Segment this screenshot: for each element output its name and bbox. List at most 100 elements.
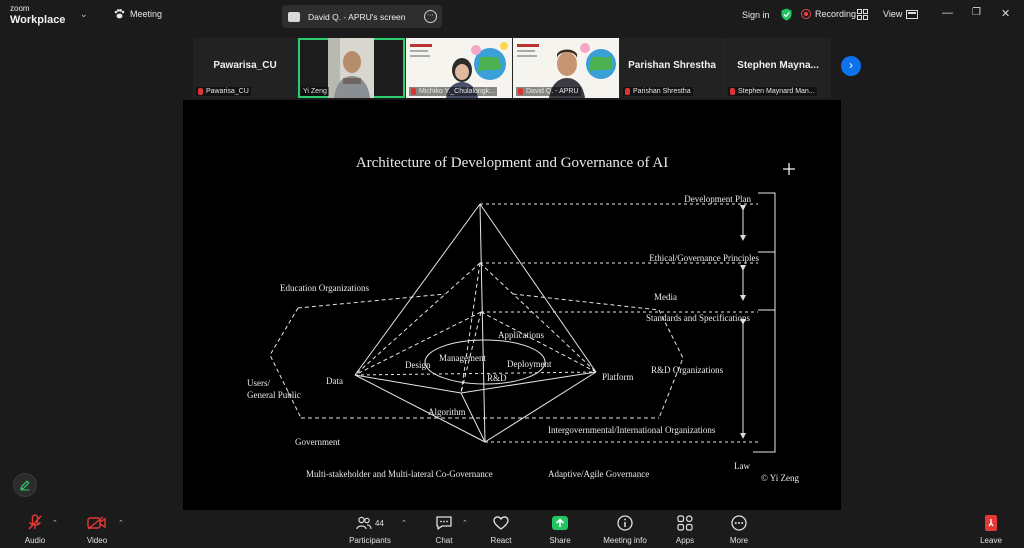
participant-tile[interactable]: Pawarisa_CU Pawarisa_CU bbox=[193, 38, 297, 98]
participant-display-name: Pawarisa_CU bbox=[213, 60, 277, 71]
label-intergovernmental: Intergovernmental/International Organiza… bbox=[548, 425, 716, 435]
slide-credit: © Yi Zeng bbox=[761, 473, 799, 483]
participant-tile[interactable]: Stephen Mayna... Stephen Maynard Man... bbox=[725, 38, 831, 98]
participant-name-tag: Pawarisa_CU bbox=[196, 87, 251, 96]
label-algorithm: Algorithm bbox=[428, 407, 466, 417]
restore-icon[interactable]: ❐ bbox=[972, 7, 981, 18]
label-media: Media bbox=[654, 292, 677, 302]
leave-label: Leave bbox=[980, 536, 1002, 545]
next-page-button[interactable]: › bbox=[841, 56, 861, 76]
paw-icon bbox=[114, 9, 125, 19]
screen-share-icon bbox=[288, 11, 300, 22]
label-design: Design bbox=[405, 360, 431, 370]
react-button[interactable]: React bbox=[477, 514, 525, 545]
label-general-public: General Public bbox=[247, 390, 301, 400]
participants-button[interactable]: 44 Participants bbox=[346, 514, 394, 545]
participant-name-tag: Michiko Y._Chulalongk... bbox=[409, 87, 498, 96]
label-applications: Applications bbox=[498, 330, 544, 340]
participant-display-name: Stephen Mayna... bbox=[737, 60, 819, 71]
participant-name-tag: Yi Zeng bbox=[301, 87, 329, 96]
label-platform: Platform bbox=[602, 372, 634, 382]
share-button[interactable]: Share bbox=[536, 514, 584, 545]
sign-in-button[interactable]: Sign in bbox=[742, 10, 770, 20]
label-government: Government bbox=[295, 437, 340, 447]
architecture-diagram: Architecture of Development and Governan… bbox=[247, 155, 799, 483]
muted-mic-icon bbox=[411, 88, 416, 95]
participants-label: Participants bbox=[349, 536, 391, 545]
participant-tile[interactable]: Parishan Shrestha Parishan Shrestha bbox=[620, 38, 724, 98]
more-button[interactable]: More bbox=[715, 514, 763, 545]
heart-icon bbox=[493, 516, 509, 530]
slide-title: Architecture of Development and Governan… bbox=[356, 155, 668, 171]
audio-label: Audio bbox=[24, 536, 46, 545]
share-label: Share bbox=[549, 536, 571, 545]
gallery-grid-icon[interactable] bbox=[857, 9, 868, 20]
minimize-icon[interactable]: — bbox=[942, 7, 953, 19]
meeting-button[interactable]: Meeting bbox=[114, 9, 162, 19]
participant-tile-active-speaker[interactable]: Yi Zeng bbox=[298, 38, 405, 98]
recording-dot-icon bbox=[801, 9, 811, 19]
participant-display-name: Parishan Shrestha bbox=[628, 60, 716, 71]
label-law: Law bbox=[734, 461, 750, 471]
more-label: More bbox=[729, 536, 749, 545]
recording-label: Recording bbox=[815, 9, 857, 19]
participant-strip: Pawarisa_CU Pawarisa_CU Yi Zeng Michiko … bbox=[193, 38, 831, 98]
muted-mic-icon bbox=[198, 88, 203, 95]
shield-check-icon[interactable] bbox=[781, 8, 792, 21]
view-button[interactable]: View bbox=[883, 9, 919, 19]
brand-bottom: Workplace bbox=[10, 14, 66, 26]
participant-name-tag: Parishan Shrestha bbox=[623, 87, 693, 96]
view-layout-icon bbox=[906, 9, 919, 19]
share-screen-icon bbox=[552, 516, 568, 530]
video-label: Video bbox=[86, 536, 108, 545]
video-options-chevron-icon[interactable]: ⌃ bbox=[118, 519, 124, 527]
participant-tile[interactable]: Michiko Y._Chulalongk... bbox=[406, 38, 512, 98]
participant-tile[interactable]: David Q. - APRU bbox=[513, 38, 619, 98]
view-label: View bbox=[883, 9, 903, 19]
label-rd: R&D bbox=[487, 373, 507, 383]
label-development-plan: Development Plan bbox=[684, 194, 751, 204]
audio-options-chevron-icon[interactable]: ⌃ bbox=[52, 519, 58, 527]
react-label: React bbox=[490, 536, 512, 545]
screen-share-tab-label: David Q. - APRU's screen bbox=[308, 11, 406, 22]
bottom-toolbar: Audio ⌃ Video ⌃ 44 Participants ⌃ Chat ⌃… bbox=[0, 510, 1024, 548]
close-icon[interactable]: ✕ bbox=[1001, 7, 1010, 20]
brand-top: zoom bbox=[10, 4, 30, 13]
muted-mic-icon bbox=[625, 88, 630, 95]
pencil-icon bbox=[20, 480, 30, 491]
more-options-icon[interactable]: ⋯ bbox=[424, 10, 437, 23]
muted-mic-icon bbox=[730, 88, 735, 95]
app-menu-chevron-icon[interactable]: ⌄ bbox=[80, 9, 88, 20]
apps-label: Apps bbox=[675, 536, 695, 545]
chat-icon bbox=[436, 516, 452, 530]
label-data: Data bbox=[326, 376, 343, 386]
muted-mic-icon bbox=[518, 88, 523, 95]
label-users: Users/ bbox=[247, 378, 270, 388]
label-education-organizations: Education Organizations bbox=[280, 283, 370, 293]
label-management: Management bbox=[439, 353, 486, 363]
label-standards: Standards and Specifications bbox=[646, 313, 750, 323]
participant-name-tag: Stephen Maynard Man... bbox=[728, 87, 817, 96]
muted-mic-icon bbox=[28, 514, 42, 530]
top-bar: zoom Workplace ⌄ Meeting David Q. - APRU… bbox=[0, 0, 1024, 32]
chat-options-chevron-icon[interactable]: ⌃ bbox=[462, 519, 468, 527]
chat-button[interactable]: Chat bbox=[420, 514, 468, 545]
label-ethical-principles: Ethical/Governance Principles bbox=[649, 253, 759, 263]
app-logo: zoom Workplace bbox=[10, 4, 66, 26]
apps-icon bbox=[677, 515, 693, 531]
label-deployment: Deployment bbox=[507, 359, 552, 369]
info-icon bbox=[617, 515, 633, 531]
video-button[interactable]: Video bbox=[73, 514, 121, 545]
meeting-info-button[interactable]: Meeting info bbox=[601, 514, 649, 545]
screen-share-tab[interactable]: David Q. - APRU's screen ⋯ bbox=[282, 5, 442, 28]
recording-indicator[interactable]: Recording bbox=[801, 9, 856, 19]
video-off-icon bbox=[87, 516, 106, 530]
annotate-button[interactable] bbox=[13, 473, 37, 497]
leave-button[interactable]: Leave bbox=[967, 514, 1015, 545]
apps-button[interactable]: Apps bbox=[661, 514, 709, 545]
participants-options-chevron-icon[interactable]: ⌃ bbox=[401, 519, 407, 527]
chat-label: Chat bbox=[435, 536, 453, 545]
more-icon bbox=[731, 515, 747, 531]
leave-icon bbox=[985, 515, 997, 531]
chevron-right-icon: › bbox=[849, 58, 853, 72]
